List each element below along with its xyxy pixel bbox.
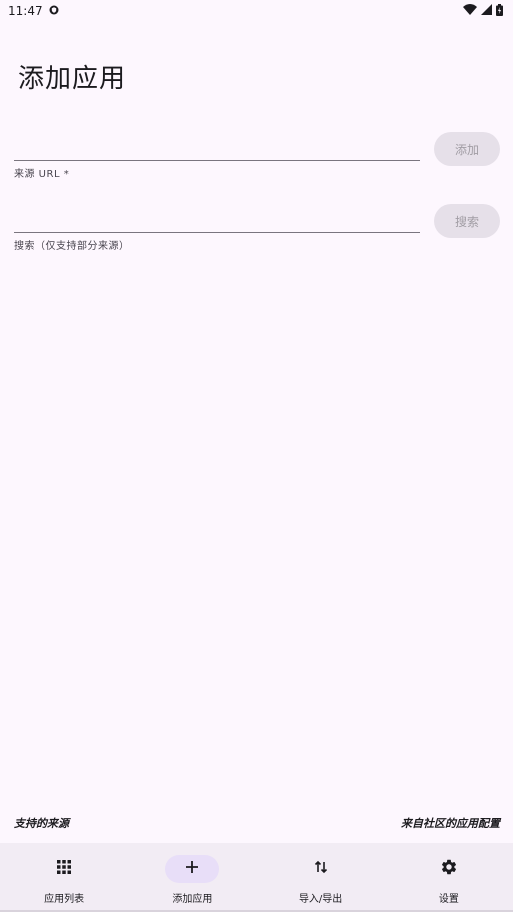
nav-icon-wrap: [422, 855, 476, 883]
search-row: 搜索（仅支持部分来源） 搜索: [14, 200, 500, 260]
supported-sources-link[interactable]: 支持的来源: [14, 815, 69, 831]
community-configs-link[interactable]: 来自社区的应用配置: [401, 815, 500, 831]
swap-vertical-icon: [313, 859, 329, 879]
status-bar: 11:47: [0, 0, 513, 22]
nav-item-import-export[interactable]: 导入/导出: [257, 843, 385, 912]
nav-item-add-app[interactable]: 添加应用: [128, 843, 256, 912]
wifi-icon: [463, 4, 477, 18]
add-button[interactable]: 添加: [434, 132, 500, 166]
nav-item-settings[interactable]: 设置: [385, 843, 513, 912]
source-url-input[interactable]: [14, 128, 420, 160]
signal-icon: [481, 4, 492, 18]
footer-links: 支持的来源 来自社区的应用配置: [14, 815, 500, 831]
grid-icon: [56, 859, 72, 879]
bottom-nav: 应用列表 添加应用 导入/导出 设置: [0, 843, 513, 912]
shield-icon: [49, 4, 59, 18]
nav-icon-wrap-active: [165, 855, 220, 883]
source-url-field-container: [14, 128, 420, 161]
status-left: 11:47: [8, 4, 59, 18]
search-button[interactable]: 搜索: [434, 204, 500, 238]
nav-label: 设置: [438, 894, 459, 905]
source-url-label: 来源 URL *: [14, 169, 70, 180]
battery-icon: [496, 3, 503, 19]
nav-label: 导入/导出: [298, 894, 343, 905]
plus-icon: [184, 859, 200, 879]
nav-label: 添加应用: [172, 894, 213, 905]
source-url-row: 来源 URL * 添加: [14, 128, 500, 188]
search-input[interactable]: [14, 200, 420, 232]
status-right: [463, 3, 503, 19]
nav-icon-wrap: [37, 855, 91, 883]
status-time: 11:47: [8, 4, 43, 18]
nav-icon-wrap: [294, 855, 348, 883]
nav-label: 应用列表: [44, 894, 85, 905]
nav-item-app-list[interactable]: 应用列表: [0, 843, 128, 912]
search-label: 搜索（仅支持部分来源）: [14, 241, 130, 252]
gear-icon: [440, 858, 458, 880]
search-field-container: [14, 200, 420, 233]
page-title: 添加应用: [18, 64, 127, 94]
